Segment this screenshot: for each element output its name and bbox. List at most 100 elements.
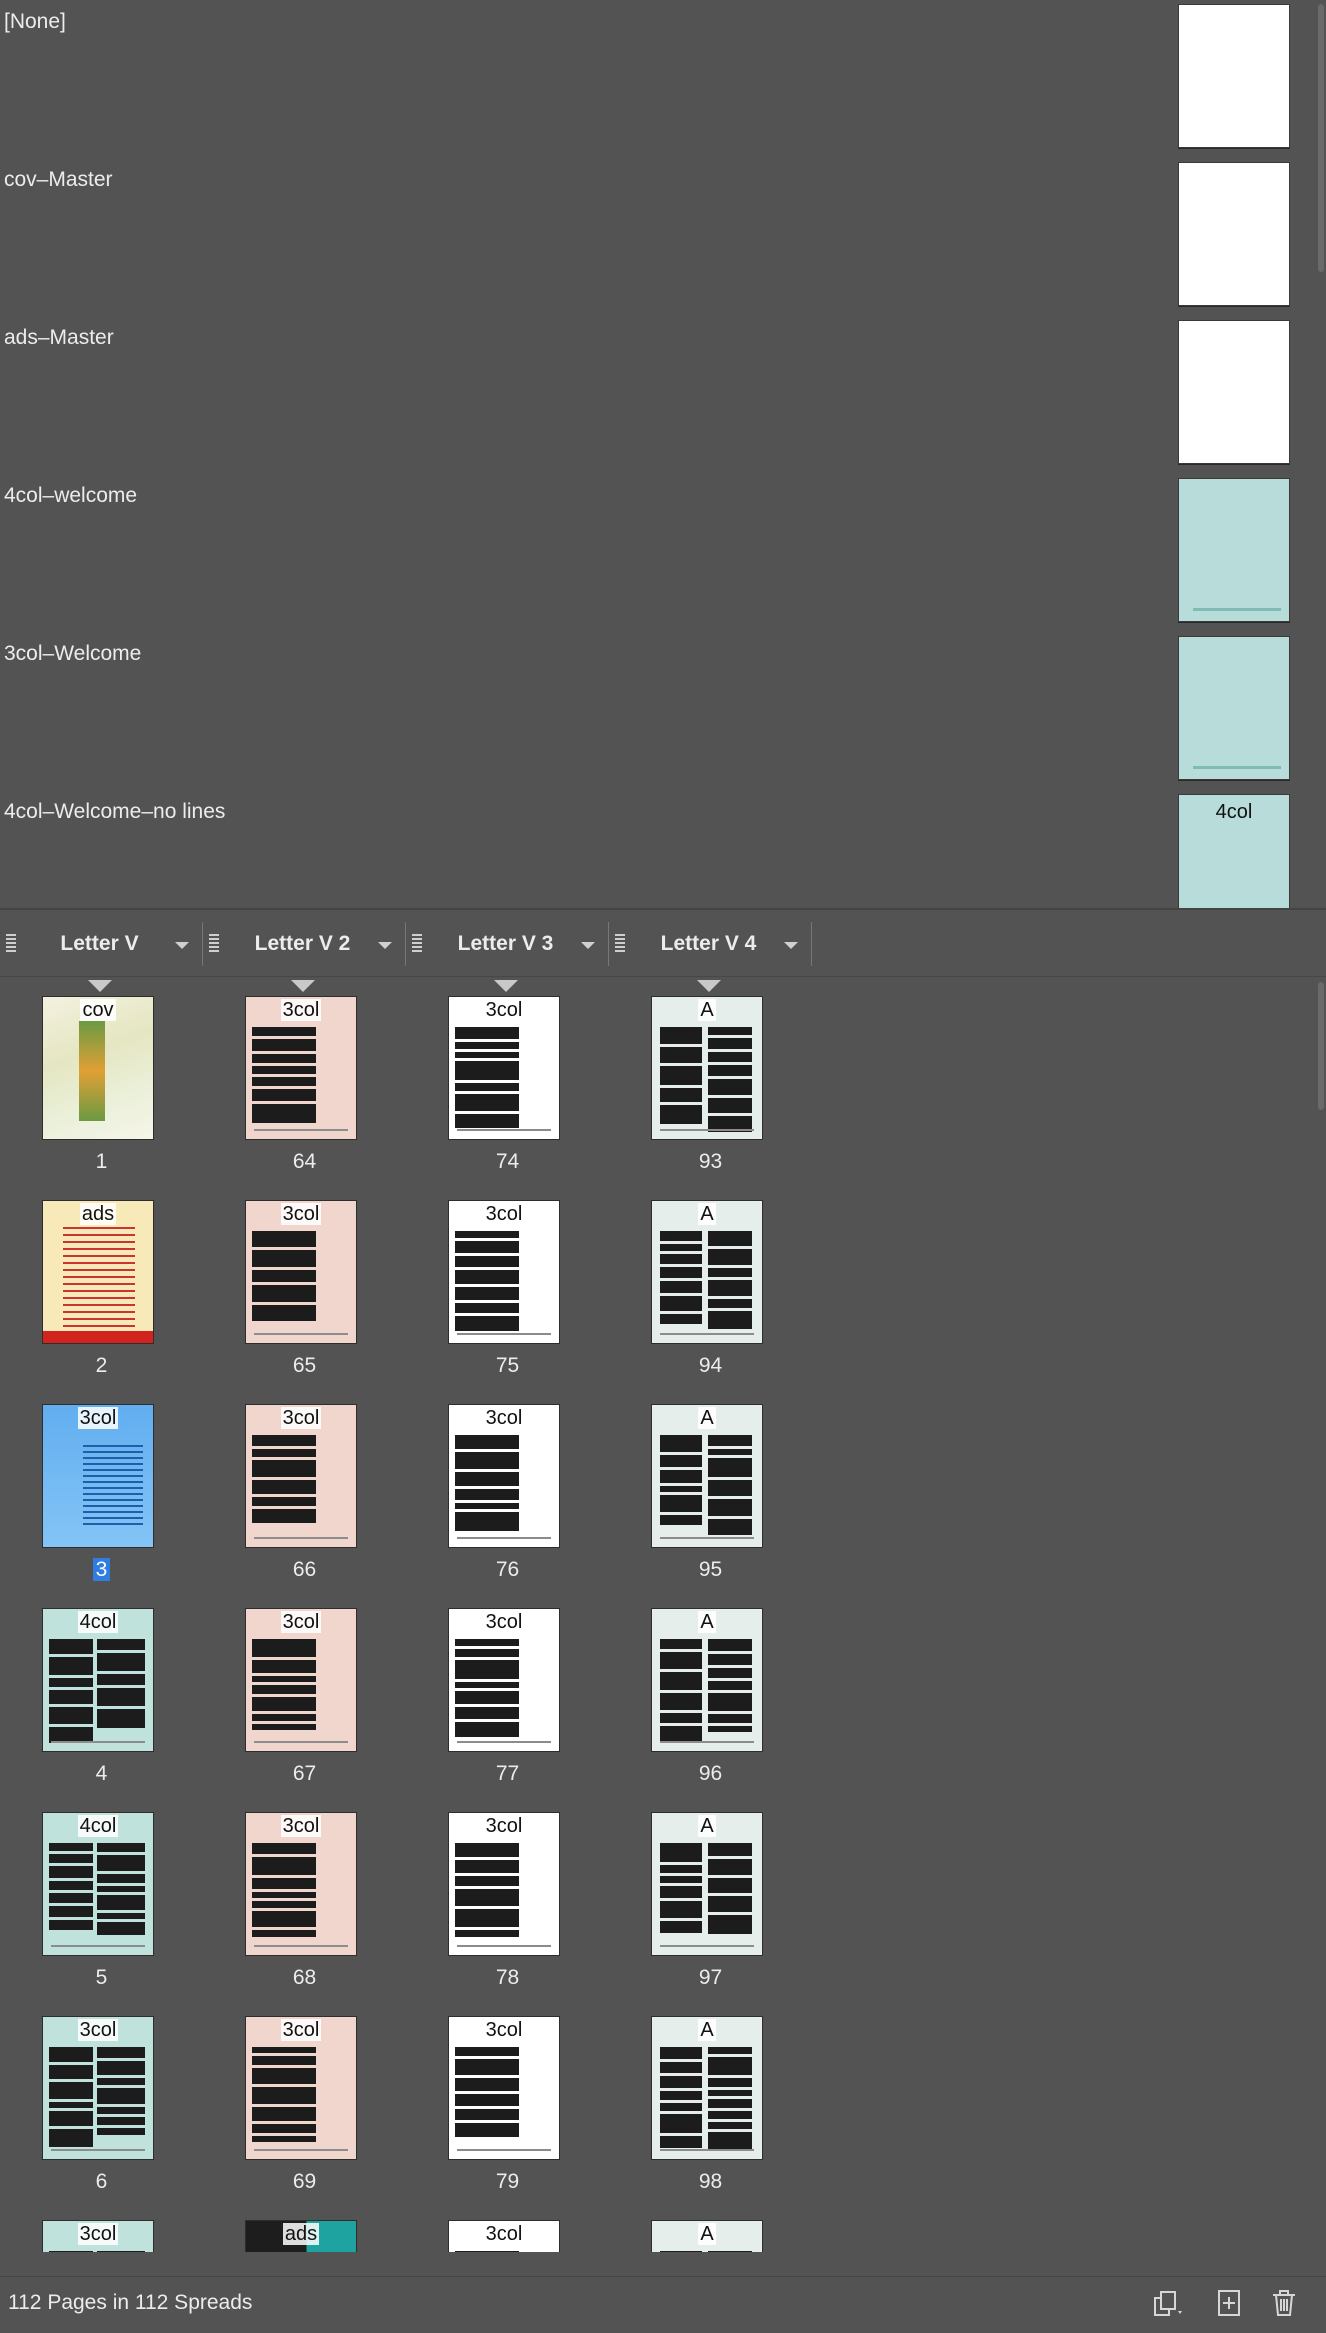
page-thumbnail[interactable]: cov: [42, 996, 154, 1140]
page-number[interactable]: 68: [203, 1966, 406, 1990]
page-item[interactable]: 3col: [0, 2202, 203, 2252]
page-thumbnail[interactable]: 4col: [42, 1608, 154, 1752]
page-thumbnail[interactable]: ads: [245, 2220, 357, 2252]
page-item[interactable]: cov 1: [0, 978, 203, 1182]
page-thumbnail[interactable]: 3col: [245, 1200, 357, 1344]
master-thumbnail[interactable]: 4col: [1178, 794, 1290, 908]
page-thumbnail[interactable]: 3col: [42, 1404, 154, 1548]
master-item[interactable]: [None]: [0, 0, 1318, 158]
page-number[interactable]: 93: [609, 1150, 812, 1174]
page-number[interactable]: 95: [609, 1558, 812, 1582]
page-number[interactable]: 75: [406, 1354, 609, 1378]
master-thumbnail[interactable]: [1178, 162, 1290, 306]
master-thumbnail[interactable]: [1178, 478, 1290, 622]
page-thumbnail[interactable]: ads: [42, 1200, 154, 1344]
master-thumbnail[interactable]: [1178, 320, 1290, 464]
page-thumbnail[interactable]: 3col: [245, 1404, 357, 1548]
page-number[interactable]: 6: [0, 2170, 203, 2194]
page-number[interactable]: 69: [203, 2170, 406, 2194]
edit-page-size-icon[interactable]: [1152, 2287, 1184, 2319]
grip-icon[interactable]: [615, 934, 625, 952]
page-thumbnail[interactable]: 3col: [245, 1608, 357, 1752]
page-thumbnail[interactable]: 4col: [42, 1812, 154, 1956]
delete-page-icon[interactable]: [1268, 2287, 1300, 2319]
page-item[interactable]: 3col 75: [406, 1182, 609, 1386]
page-number[interactable]: 79: [406, 2170, 609, 2194]
page-item[interactable]: 3col: [406, 2202, 609, 2252]
page-thumbnail[interactable]: 3col: [448, 1404, 560, 1548]
masters-scrollbar[interactable]: [1318, 4, 1324, 272]
page-number[interactable]: 65: [203, 1354, 406, 1378]
chevron-down-icon[interactable]: [581, 942, 595, 949]
page-item[interactable]: 3col 65: [203, 1182, 406, 1386]
page-number[interactable]: 98: [609, 2170, 812, 2194]
page-item[interactable]: 4col 5: [0, 1794, 203, 1998]
page-item[interactable]: 3col 78: [406, 1794, 609, 1998]
page-size-column-header[interactable]: Letter V: [0, 912, 203, 976]
chevron-down-icon[interactable]: [378, 942, 392, 949]
page-number[interactable]: 3: [0, 1558, 203, 1582]
chevron-down-icon[interactable]: [175, 942, 189, 949]
page-item[interactable]: 3col 3: [0, 1386, 203, 1590]
page-thumbnail[interactable]: 3col: [245, 996, 357, 1140]
page-thumbnail[interactable]: 3col: [42, 2016, 154, 2160]
page-item[interactable]: 3col 77: [406, 1590, 609, 1794]
page-item[interactable]: 3col 6: [0, 1998, 203, 2202]
page-thumbnail[interactable]: 3col: [448, 2220, 560, 2252]
page-thumbnail[interactable]: A: [651, 2220, 763, 2252]
master-item[interactable]: 4col–Welcome–no lines 4col: [0, 790, 1318, 908]
page-number[interactable]: 67: [203, 1762, 406, 1786]
page-number[interactable]: 76: [406, 1558, 609, 1582]
master-thumbnail[interactable]: [1178, 4, 1290, 148]
page-item[interactable]: 3col 79: [406, 1998, 609, 2202]
page-number[interactable]: 5: [0, 1966, 203, 1990]
page-thumbnail[interactable]: 3col: [245, 2016, 357, 2160]
page-size-column-header[interactable]: Letter V 2: [203, 912, 406, 976]
page-item[interactable]: ads 2: [0, 1182, 203, 1386]
page-thumbnail[interactable]: A: [651, 1608, 763, 1752]
page-item[interactable]: 4col 4: [0, 1590, 203, 1794]
chevron-down-icon[interactable]: [784, 942, 798, 949]
grip-icon[interactable]: [209, 934, 219, 952]
page-size-column-header[interactable]: Letter V 3: [406, 912, 609, 976]
page-number[interactable]: 97: [609, 1966, 812, 1990]
page-thumbnail[interactable]: 3col: [42, 2220, 154, 2252]
page-thumbnail[interactable]: A: [651, 1812, 763, 1956]
master-item[interactable]: cov–Master: [0, 158, 1318, 316]
page-item[interactable]: A 93: [609, 978, 812, 1182]
page-item[interactable]: ads: [203, 2202, 406, 2252]
page-item[interactable]: A 94: [609, 1182, 812, 1386]
page-item[interactable]: 3col 66: [203, 1386, 406, 1590]
page-thumbnail[interactable]: A: [651, 2016, 763, 2160]
page-thumbnail[interactable]: 3col: [448, 996, 560, 1140]
page-number[interactable]: 64: [203, 1150, 406, 1174]
page-thumbnail[interactable]: 3col: [448, 2016, 560, 2160]
page-thumbnail[interactable]: A: [651, 1404, 763, 1548]
page-thumbnail[interactable]: 3col: [448, 1200, 560, 1344]
page-item[interactable]: A 98: [609, 1998, 812, 2202]
page-thumbnail[interactable]: A: [651, 1200, 763, 1344]
page-number[interactable]: 78: [406, 1966, 609, 1990]
page-number[interactable]: 2: [0, 1354, 203, 1378]
page-item[interactable]: A 95: [609, 1386, 812, 1590]
page-thumbnail[interactable]: A: [651, 996, 763, 1140]
page-number[interactable]: 94: [609, 1354, 812, 1378]
page-item[interactable]: A 97: [609, 1794, 812, 1998]
page-thumbnail[interactable]: 3col: [448, 1812, 560, 1956]
page-item[interactable]: 3col 67: [203, 1590, 406, 1794]
page-item[interactable]: 3col 68: [203, 1794, 406, 1998]
master-item[interactable]: 4col–welcome: [0, 474, 1318, 632]
page-size-column-header[interactable]: Letter V 4: [609, 912, 812, 976]
section-divider[interactable]: [0, 908, 1326, 910]
master-item[interactable]: ads–Master: [0, 316, 1318, 474]
page-item[interactable]: 3col 76: [406, 1386, 609, 1590]
page-number[interactable]: 96: [609, 1762, 812, 1786]
page-item[interactable]: 3col 74: [406, 978, 609, 1182]
page-number[interactable]: 4: [0, 1762, 203, 1786]
page-number[interactable]: 77: [406, 1762, 609, 1786]
master-item[interactable]: 3col–Welcome: [0, 632, 1318, 790]
page-thumbnail[interactable]: 3col: [245, 1812, 357, 1956]
grip-icon[interactable]: [412, 934, 422, 952]
page-item[interactable]: 3col 64: [203, 978, 406, 1182]
page-item[interactable]: 3col 69: [203, 1998, 406, 2202]
